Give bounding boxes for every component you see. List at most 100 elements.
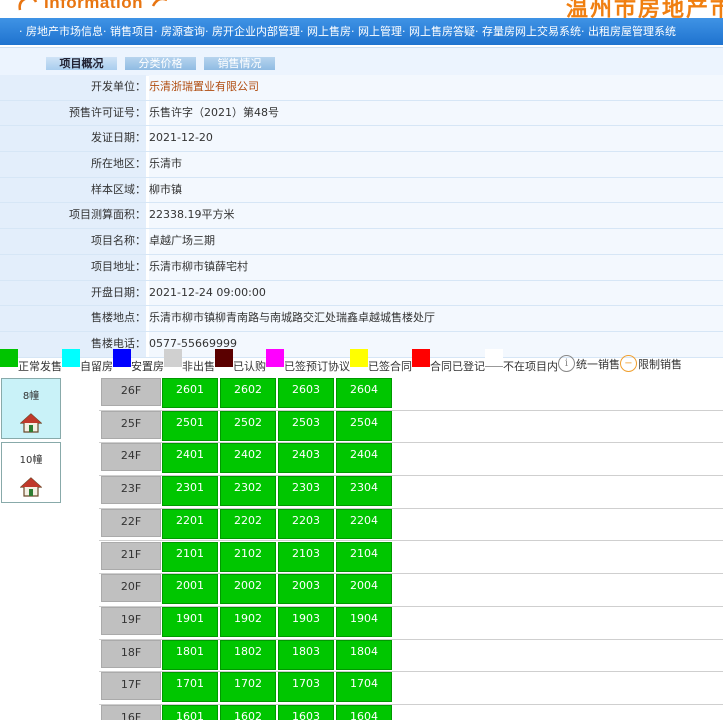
legend-label: 自留房	[80, 360, 113, 373]
unit-cell[interactable]: 1802	[220, 639, 276, 670]
unit-cell[interactable]: 2004	[336, 574, 392, 605]
unit-cell[interactable]: 1604	[336, 705, 392, 720]
unit-cell[interactable]: 2201	[162, 508, 218, 539]
unit-cell[interactable]: 2204	[336, 508, 392, 539]
unit-cell[interactable]: 2504	[336, 410, 392, 441]
unit-cell[interactable]: 2603	[278, 378, 334, 408]
floor-row: 26F 2601 2602 2603 2604	[99, 378, 723, 411]
developer-link[interactable]: 乐清浙瑞置业有限公司	[149, 75, 723, 100]
nav-link-2[interactable]: · 房源查询	[154, 18, 205, 45]
nav-link-3[interactable]: · 房开企业内部管理	[205, 18, 300, 45]
unit-cell[interactable]: 2301	[162, 476, 218, 507]
logo-leaf-icon	[151, 0, 167, 7]
unit-cell[interactable]: 1902	[220, 606, 276, 637]
legend-item: 已签合同	[350, 349, 412, 373]
unit-cell[interactable]: 2401	[162, 443, 218, 474]
info-value: 2021-12-24 09:00:00	[149, 280, 723, 306]
unit-cell[interactable]: 2202	[220, 508, 276, 539]
unit-cell[interactable]: 1601	[162, 705, 218, 720]
unit-cell[interactable]: 1603	[278, 705, 334, 720]
unit-cell[interactable]: 1602	[220, 705, 276, 720]
unit-cell[interactable]: 2302	[220, 476, 276, 507]
site-logo-text: Information	[44, 0, 143, 12]
unit-cell[interactable]: 1903	[278, 606, 334, 637]
unit-cell[interactable]: 2402	[220, 443, 276, 474]
unit-cell[interactable]: 1901	[162, 606, 218, 637]
unit-cell[interactable]: 2102	[220, 541, 276, 572]
legend-swatch	[0, 349, 18, 367]
tab-strip: 项目概况 分类价格 销售情况	[0, 47, 723, 76]
legend-swatch	[485, 349, 503, 367]
floor-label: 21F	[101, 541, 161, 570]
unit-cell[interactable]: 1804	[336, 639, 392, 670]
floor-row: 23F 2301 2302 2303 2304	[99, 476, 723, 509]
info-value: 2021-12-20	[149, 126, 723, 152]
unit-cell[interactable]: 1801	[162, 639, 218, 670]
unit-cell[interactable]: 2101	[162, 541, 218, 572]
nav-link-0[interactable]: · 房地产市场信息	[0, 18, 103, 45]
nav-link-7[interactable]: · 存量房网上交易系统	[475, 18, 581, 45]
legend-label: 安置房	[131, 360, 164, 373]
info-label: 项目地址：	[0, 254, 146, 280]
unit-cell[interactable]: 2203	[278, 508, 334, 539]
unit-cell[interactable]: 1701	[162, 672, 218, 703]
tab-0[interactable]: 项目概况	[46, 57, 117, 70]
unit-cell[interactable]: 2404	[336, 443, 392, 474]
nav-link-4[interactable]: · 网上售房	[300, 18, 351, 45]
floor-label: 16F	[101, 705, 161, 720]
legend-item: 自留房	[62, 349, 113, 373]
unit-cell[interactable]: 1703	[278, 672, 334, 703]
unit-cell[interactable]: 2601	[162, 378, 218, 408]
legend-item: 不在项目内	[485, 349, 558, 373]
unit-cell[interactable]: 2104	[336, 541, 392, 572]
legend-item: 正常发售	[0, 349, 62, 373]
info-label: 发证日期：	[0, 126, 146, 152]
legend-item: i 统一销售	[558, 349, 620, 373]
info-label: 项目名称：	[0, 229, 146, 254]
unit-cell[interactable]: 2602	[220, 378, 276, 408]
unit-cell[interactable]: 2604	[336, 378, 392, 408]
info-row: 售楼地点： 乐清市柳市镇柳青南路与南城路交汇处瑞鑫卓越城售楼处厅	[0, 306, 723, 332]
unit-cell[interactable]: 1904	[336, 606, 392, 637]
legend-label: 正常发售	[18, 360, 62, 373]
status-legend: 正常发售 自留房 安置房 非出售 已认购 已签预订协议 已签合同 合同已登记 不在项目内 i 统一销…	[0, 349, 723, 373]
nav-link-1[interactable]: · 销售项目	[103, 18, 154, 45]
unit-cell[interactable]: 2001	[162, 574, 218, 605]
nav-link-5[interactable]: · 网上管理	[351, 18, 402, 45]
tab-2[interactable]: 销售情况	[204, 57, 275, 70]
nav-link-6[interactable]: · 网上售房答疑	[402, 18, 475, 45]
house-icon	[19, 412, 43, 434]
legend-swatch	[350, 349, 368, 367]
building-card[interactable]: 10幢	[1, 442, 61, 503]
unit-cell[interactable]: 2403	[278, 443, 334, 474]
info-label: 开发单位：	[0, 75, 146, 100]
legend-swatch	[266, 349, 284, 367]
legend-item: 非出售	[164, 349, 215, 373]
info-value: 卓越广场三期	[149, 229, 723, 254]
unit-cell[interactable]: 2003	[278, 574, 334, 605]
floor-row: 22F 2201 2202 2203 2204	[99, 508, 723, 542]
nav-link-8[interactable]: · 出租房屋管理系统	[581, 18, 676, 45]
unit-cell[interactable]: 2304	[336, 476, 392, 507]
unit-cell[interactable]: 2303	[278, 476, 334, 507]
legend-label: 已签预订协议	[284, 360, 350, 373]
unit-cell[interactable]: 1702	[220, 672, 276, 703]
unit-cell[interactable]: 1803	[278, 639, 334, 670]
info-row: 项目测算面积： 22338.19平方米	[0, 203, 723, 230]
restrict-circle-icon: −	[620, 355, 637, 372]
building-card[interactable]: 8幢	[1, 378, 61, 439]
info-row: 项目名称： 卓越广场三期	[0, 229, 723, 255]
unit-cell[interactable]: 2103	[278, 541, 334, 572]
tab-1[interactable]: 分类价格	[125, 57, 196, 70]
legend-item: 已签预订协议	[266, 349, 350, 373]
unit-cell[interactable]: 1704	[336, 672, 392, 703]
floor-unit-grid: 26F 2601 2602 2603 2604 25F 2501 2502 2503 2504 24…	[99, 378, 723, 720]
unit-cell[interactable]: 2002	[220, 574, 276, 605]
legend-swatch	[215, 349, 233, 367]
unit-cell[interactable]: 2501	[162, 410, 218, 441]
unit-cell[interactable]: 2503	[278, 410, 334, 441]
floor-row: 19F 1901 1902 1903 1904	[99, 606, 723, 640]
building-name: 8幢	[22, 391, 40, 402]
unit-cell[interactable]: 2502	[220, 410, 276, 441]
info-label: 样本区域：	[0, 177, 146, 203]
